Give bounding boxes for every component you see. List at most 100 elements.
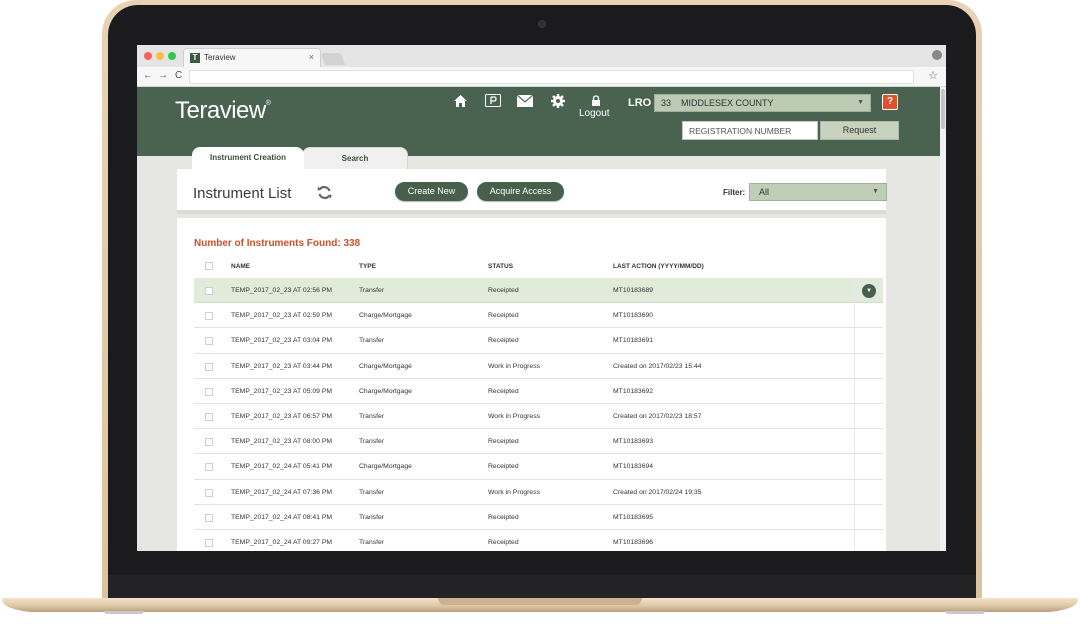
table-header: NAME TYPE STATUS LAST ACTION (YYYY/MM/DD… [194,255,883,278]
instrument-list-toolbar: Instrument List Create New Acquire Acces… [177,169,887,214]
row-checkbox[interactable] [205,488,213,497]
filter-select[interactable]: All ▼ [749,183,887,201]
home-icon[interactable] [453,94,468,111]
tab-close-icon[interactable]: × [309,52,314,62]
row-type: Transfer [359,438,385,446]
row-divider [854,429,855,454]
instrument-list-panel: Number of Instruments Found: 338 NAME TY… [177,218,886,551]
row-last-action: MT10183691 [613,337,654,345]
table-row[interactable]: TEMP_2017_02_23 AT 02:56 PM Transfer Recei… [194,278,883,304]
maximize-window-icon[interactable] [168,52,176,60]
row-last-action: MT10183689 [613,287,654,294]
instrument-count: Number of Instruments Found: 338 [194,238,361,249]
row-checkbox[interactable] [205,412,213,421]
instrument-table: NAME TYPE STATUS LAST ACTION (YYYY/MM/DD… [194,255,883,551]
page-scrollbar[interactable] [940,87,946,551]
new-tab-button[interactable] [320,53,346,65]
row-status: Receipted [488,287,519,294]
table-row[interactable]: TEMP_2017_02_24 AT 08:41 PM Transfer Recei… [194,504,883,530]
minimize-window-icon[interactable] [156,52,164,60]
row-type: Transfer [359,287,385,294]
row-checkbox[interactable] [205,438,213,447]
filter-selected-value: All [759,187,770,197]
row-checkbox[interactable] [205,362,213,371]
row-checkbox[interactable] [205,513,213,522]
parking-icon[interactable] [485,94,501,110]
select-all-checkbox[interactable] [205,262,213,270]
help-button[interactable]: ? [882,94,898,110]
row-divider [854,278,855,303]
row-last-action: Created on 2017/02/23 18:57 [613,412,702,420]
row-name: TEMP_2017_02_23 AT 02:59 PM [231,312,333,320]
filter-label: Filter: [723,188,746,197]
row-expand-button[interactable]: ▼ [862,284,876,298]
table-row[interactable]: TEMP_2017_02_24 AT 09:27 PM Transfer Recei… [194,529,883,551]
row-checkbox[interactable] [205,463,213,472]
mail-icon[interactable] [516,94,534,110]
scrollbar-thumb[interactable] [941,89,945,129]
column-header-last-action[interactable]: LAST ACTION (YYYY/MM/DD) [613,263,704,270]
create-new-button[interactable]: Create New [395,182,468,201]
gear-icon[interactable] [551,94,565,111]
column-header-type[interactable]: TYPE [359,263,376,270]
row-last-action: Created on 2017/02/24 19:35 [613,488,702,496]
registration-number-input[interactable] [682,121,818,140]
row-divider [854,353,855,378]
screen: T Teraview × ← → C ☆ Teraview® Logout LR… [137,45,946,551]
logout-link[interactable]: Logout [579,108,610,119]
row-last-action: MT10183695 [613,513,654,521]
table-row[interactable]: TEMP_2017_02_23 AT 05:09 PM Charge/Mortga… [194,378,883,404]
bookmark-star-icon[interactable]: ☆ [928,69,938,82]
row-type: Transfer [359,337,385,345]
table-row[interactable]: TEMP_2017_02_23 AT 08:00 PM Transfer Recei… [194,429,883,455]
row-name: TEMP_2017_02_23 AT 03:44 PM [231,362,333,370]
close-window-icon[interactable] [144,52,152,60]
table-row[interactable]: TEMP_2017_02_23 AT 03:44 PM Charge/Mortga… [194,353,883,379]
laptop-foot [104,611,144,614]
address-bar: ← → C ☆ [137,67,946,87]
table-row[interactable]: TEMP_2017_02_23 AT 03:04 PM Transfer Recei… [194,328,883,354]
row-checkbox[interactable] [205,312,213,321]
table-row[interactable]: TEMP_2017_02_24 AT 07:36 PM Transfer Work … [194,479,883,505]
row-divider [854,504,855,529]
table-row[interactable]: TEMP_2017_02_23 AT 02:59 PM Charge/Mortga… [194,303,883,329]
lro-select[interactable]: 33 MIDDLESEX COUNTY ▼ [654,94,871,112]
teraview-logo[interactable]: Teraview® [175,97,271,125]
row-last-action: Created on 2017/02/23 15:44 [613,362,702,370]
tab-instrument-creation[interactable]: Instrument Creation [192,147,304,169]
row-name: TEMP_2017_02_23 AT 03:04 PM [231,337,333,345]
url-input[interactable] [189,70,914,84]
row-type: Transfer [359,538,385,546]
forward-icon[interactable]: → [158,70,168,81]
tab-search[interactable]: Search [302,147,408,169]
row-type: Transfer [359,513,385,521]
row-status: Receipted [488,463,519,471]
row-checkbox[interactable] [205,387,213,396]
laptop-foot [945,611,985,614]
row-last-action: MT10183693 [613,438,654,446]
request-button[interactable]: Request [820,121,899,140]
reload-icon[interactable]: C [175,70,182,81]
row-divider [854,529,855,551]
table-row[interactable]: TEMP_2017_02_23 AT 06:57 PM Transfer Work … [194,403,883,430]
row-checkbox[interactable] [205,538,213,547]
row-checkbox[interactable] [205,287,213,295]
row-type: Charge/Mortgage [359,312,412,320]
row-divider [854,403,855,429]
browser-tab[interactable]: T Teraview × [183,48,321,67]
row-checkbox[interactable] [205,337,213,346]
browser-tab-title: Teraview [204,53,236,62]
table-row[interactable]: TEMP_2017_02_24 AT 05:41 PM Charge/Mortga… [194,454,883,480]
row-name: TEMP_2017_02_24 AT 08:41 PM [231,513,333,521]
table-body: TEMP_2017_02_23 AT 02:56 PM Transfer Recei… [194,278,883,551]
browser-tabbar: T Teraview × [137,45,946,67]
row-status: Work in Progress [488,488,540,496]
column-header-status[interactable]: STATUS [488,263,513,270]
row-status: Receipted [488,538,519,546]
column-header-name[interactable]: NAME [231,263,250,270]
profile-icon[interactable] [932,50,942,60]
back-icon[interactable]: ← [143,70,153,81]
acquire-access-button[interactable]: Acquire Access [477,182,564,201]
refresh-icon[interactable] [317,185,332,204]
teraview-favicon-icon: T [190,53,200,63]
